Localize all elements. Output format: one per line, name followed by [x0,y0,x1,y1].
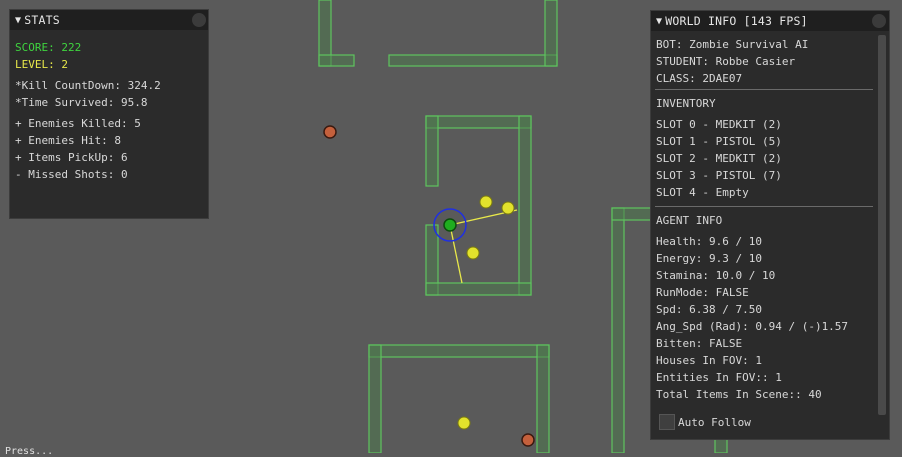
auto-follow-label[interactable]: Auto Follow [678,416,751,429]
wall [318,54,355,67]
wall [425,115,532,129]
items-pickup-label: + Items PickUp: 6 [15,151,128,164]
runmode-label: RunMode: FALSE [656,286,749,299]
wall [611,207,625,453]
enemies-hit-label: + Enemies Hit: 8 [15,134,121,147]
wall [611,207,653,221]
enemy [323,125,337,139]
bottom-status-text: Press... [5,446,54,457]
score-label: SCORE: 222 [15,41,82,54]
bitten-label: Bitten: FALSE [656,337,743,350]
item [457,416,471,430]
wall [518,115,532,296]
wall [425,115,439,187]
bot-label: BOT: Zombie Survival AI [656,38,809,51]
stats-title: STATS [24,13,60,27]
entities-in-fov-label: Entities In FOV:: 1 [656,371,782,384]
stamina-label: Stamina: 10.0 / 10 [656,269,776,282]
inventory-slot: SLOT 2 - MEDKIT (2) [656,152,782,165]
enemies-killed-label: + Enemies Killed: 5 [15,117,141,130]
inventory-slot: SLOT 3 - PISTOL (7) [656,169,782,182]
fov-line [449,224,463,284]
level-label: LEVEL: 2 [15,58,68,71]
close-button[interactable] [192,13,206,27]
collapse-triangle-icon[interactable]: ▼ [656,16,662,27]
separator [655,89,873,90]
angular-speed-label: Ang_Spd (Rad): 0.94 / (-)1.57 [656,320,849,333]
item [501,201,515,215]
fov-lines [449,209,518,284]
energy-label: Energy: 9.3 / 10 [656,252,762,265]
agent-info-header: AGENT INFO [656,214,723,227]
wall [544,0,558,67]
inventory-slot: SLOT 1 - PISTOL (5) [656,135,782,148]
wall [425,282,532,296]
wall [388,54,558,67]
close-button[interactable] [872,14,886,28]
enemy [521,433,535,447]
stats-titlebar[interactable]: ▼ STATS [10,10,208,30]
student-label: STUDENT: Robbe Casier [656,55,796,68]
agent-body [443,218,457,232]
world-info-titlebar[interactable]: ▼ WORLD INFO [143 FPS] [651,11,889,31]
inventory-slot: SLOT 4 - Empty [656,186,749,199]
separator [655,206,873,207]
wall [368,344,382,453]
missed-shots-label: - Missed Shots: 0 [15,168,128,181]
world-info-panel: ▼ WORLD INFO [143 FPS] BOT: Zombie Survi… [650,10,890,440]
player-agent [433,208,467,242]
scrollbar[interactable] [878,35,886,415]
houses-in-fov-label: Houses In FOV: 1 [656,354,762,367]
speed-label: Spd: 6.38 / 7.50 [656,303,762,316]
class-label: CLASS: 2DAE07 [656,72,743,85]
total-items-label: Total Items In Scene:: 40 [656,388,822,401]
inventory-slot: SLOT 0 - MEDKIT (2) [656,118,782,131]
items [457,195,664,430]
collapse-triangle-icon[interactable]: ▼ [15,15,21,26]
health-label: Health: 9.6 / 10 [656,235,762,248]
wall [368,344,550,358]
time-survived-label: *Time Survived: 95.8 [15,96,148,109]
world-info-title: WORLD INFO [143 FPS] [665,14,808,28]
item [466,246,480,260]
stats-panel: ▼ STATS SCORE: 222 LEVEL: 2 *Kill CountD… [9,9,209,219]
kill-countdown-label: *Kill CountDown: 324.2 [15,79,161,92]
auto-follow-checkbox[interactable] [659,414,675,430]
inventory-header: INVENTORY [656,97,716,110]
wall [536,344,550,453]
item [479,195,493,209]
